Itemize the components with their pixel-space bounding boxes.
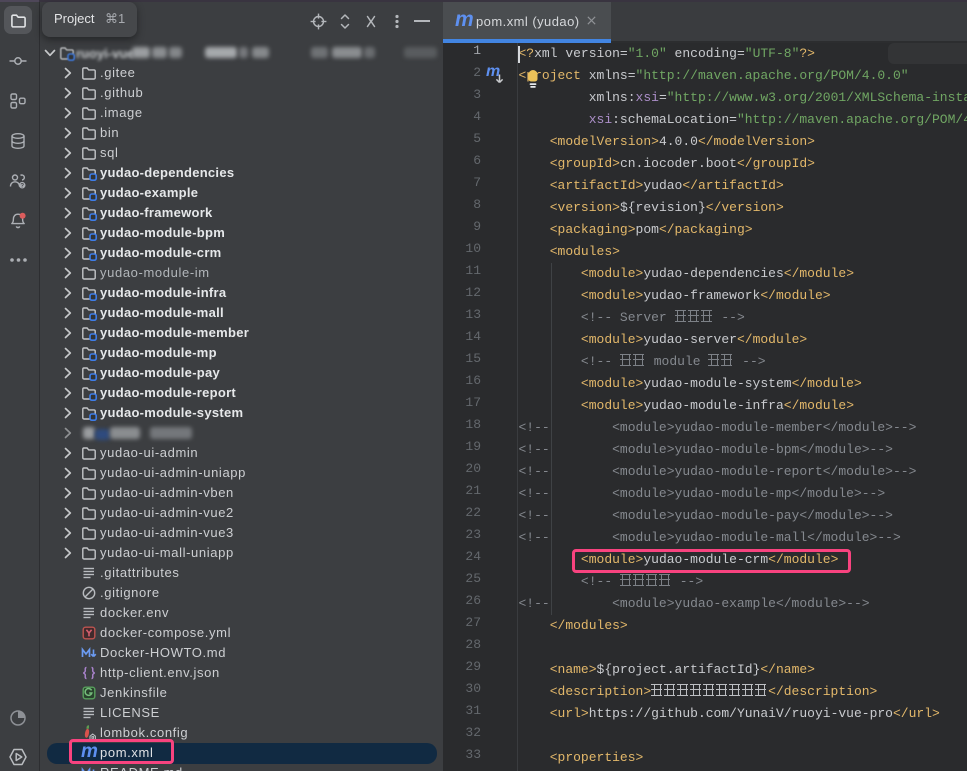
svg-text:?: ? xyxy=(20,183,24,189)
